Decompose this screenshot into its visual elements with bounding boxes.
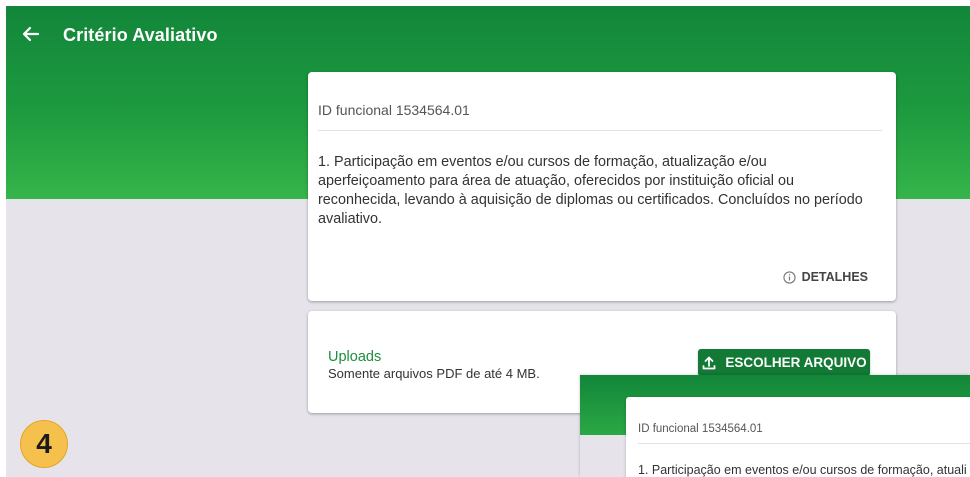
- upload-icon: [701, 355, 717, 371]
- details-label: DETALHES: [801, 270, 868, 284]
- card-divider: [318, 130, 882, 131]
- uploads-title: Uploads: [328, 349, 382, 365]
- choose-file-button[interactable]: ESCOLHER ARQUIVO: [698, 349, 870, 376]
- choose-file-label: ESCOLHER ARQUIVO: [725, 355, 867, 370]
- app-bar: Critério Avaliativo: [6, 6, 970, 66]
- arrow-left-icon: [21, 24, 41, 49]
- criterion-description: 1. Participação em eventos e/ou cursos d…: [318, 154, 863, 227]
- page-title: Critério Avaliativo: [63, 25, 218, 45]
- preview-criterion-card: ID funcional 1534564.01 1. Participação …: [626, 397, 970, 477]
- zoomed-preview: ID funcional 1534564.01 1. Participação …: [580, 375, 970, 477]
- step-number-badge: 4: [20, 420, 68, 468]
- preview-card-divider: [638, 443, 970, 444]
- preview-functional-id: ID funcional 1534564.01: [638, 423, 763, 435]
- criterion-card: ID funcional 1534564.01 1. Participação …: [308, 72, 896, 301]
- functional-id: ID funcional 1534564.01: [318, 102, 470, 118]
- details-button[interactable]: DETALHES: [782, 270, 868, 284]
- uploads-subtitle: Somente arquivos PDF de até 4 MB.: [328, 366, 540, 381]
- back-button[interactable]: [16, 21, 46, 51]
- info-icon: [782, 270, 796, 284]
- preview-criterion-description: 1. Participação em eventos e/ou cursos d…: [638, 463, 967, 477]
